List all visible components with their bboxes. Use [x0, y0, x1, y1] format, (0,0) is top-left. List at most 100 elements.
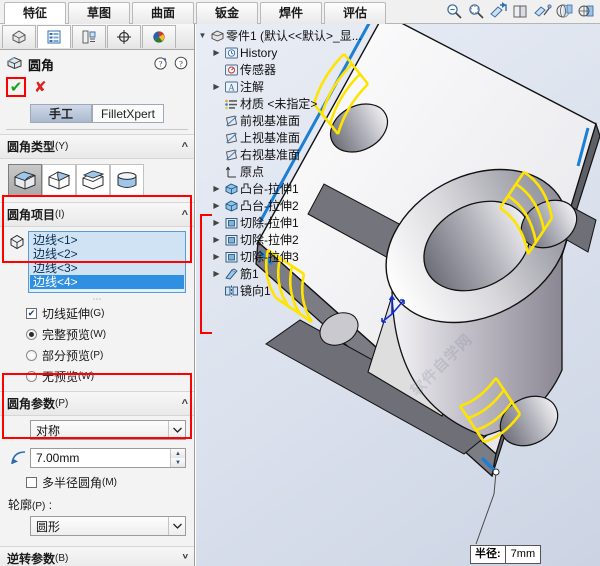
section-view-icon[interactable]: [489, 2, 508, 21]
multi-radius-checkbox[interactable]: [26, 477, 37, 488]
profile-key: (P): [32, 501, 46, 512]
chevron-right-icon[interactable]: ▶: [210, 82, 223, 91]
profile-dropdown[interactable]: 圆形: [30, 516, 186, 536]
property-manager-tab[interactable]: [37, 25, 71, 48]
list-item-empty[interactable]: [30, 289, 184, 292]
partial-preview-row[interactable]: 部分预览 (P): [0, 345, 194, 366]
group-header-fillet-type[interactable]: 圆角类型 (Y) ^: [0, 134, 194, 159]
view-settings-icon[interactable]: [577, 2, 596, 21]
tree-item-right-plane[interactable]: 右视基准面: [196, 146, 406, 163]
chevron-up-icon[interactable]: ^: [182, 141, 188, 153]
configuration-manager-tab[interactable]: [72, 25, 106, 48]
tree-item-origin[interactable]: 原点: [196, 163, 406, 180]
feature-manager-tab[interactable]: [2, 25, 36, 48]
divider: [6, 129, 188, 130]
ribbon-tab-sheetmetal[interactable]: 钣金: [196, 2, 258, 24]
dimxpert-manager-tab[interactable]: [107, 25, 141, 48]
help-icon[interactable]: ?: [174, 56, 188, 73]
full-preview-row[interactable]: 完整预览 (W): [0, 324, 194, 345]
tree-item-boss-extrude-2[interactable]: ▶ 凸台-拉伸2: [196, 197, 406, 214]
chevron-up-icon[interactable]: ^: [182, 209, 188, 221]
radius-stepper[interactable]: ▲ ▼: [170, 449, 185, 467]
chevron-up-icon[interactable]: ^: [182, 398, 188, 410]
tree-root[interactable]: ▼ 零件1 (默认<<默认>_显...: [196, 27, 406, 44]
resize-grip[interactable]: ⋯: [0, 295, 194, 304]
full-preview-radio[interactable]: [26, 329, 37, 340]
chevron-right-icon[interactable]: ▶: [210, 48, 223, 57]
chevron-right-icon[interactable]: ▶: [210, 184, 223, 193]
tree-item-top-plane[interactable]: 上视基准面: [196, 129, 406, 146]
group-header-fillet-parameters[interactable]: 圆角参数 (P) ^: [0, 391, 194, 416]
stepper-up-icon[interactable]: ▲: [171, 449, 185, 458]
list-item[interactable]: 边线<3>: [30, 261, 184, 275]
hide-show-items-icon[interactable]: [533, 2, 552, 21]
ribbon-tab-sketch[interactable]: 草图: [68, 2, 130, 24]
tab-filletxpert[interactable]: FilletXpert: [91, 104, 165, 123]
chevron-down-icon[interactable]: [168, 421, 185, 439]
ribbon-tab-surfaces[interactable]: 曲面: [132, 2, 194, 24]
tree-item-boss-extrude-1[interactable]: ▶ 凸台-拉伸1: [196, 180, 406, 197]
tangent-propagation-checkbox[interactable]: ✔: [26, 308, 37, 319]
stepper-down-icon[interactable]: ▼: [171, 458, 185, 467]
partial-preview-radio[interactable]: [26, 350, 37, 361]
group-title-fillet-type: 圆角类型: [7, 140, 56, 154]
help-group: ? ?: [154, 56, 188, 73]
tree-item-cut-extrude-2[interactable]: ▶ 切除-拉伸2: [196, 231, 406, 248]
radius-callout-key: 半径:: [471, 546, 506, 563]
multi-radius-row[interactable]: 多半径圆角 (M): [0, 472, 194, 493]
apply-scene-icon[interactable]: [555, 2, 574, 21]
no-preview-key: (W): [78, 371, 95, 382]
group-header-setback-parameters[interactable]: 逆转参数 (B) ⱽ: [0, 546, 194, 566]
display-style-icon[interactable]: [511, 2, 530, 21]
radius-input[interactable]: 7.00mm ▲ ▼: [30, 448, 186, 468]
radius-callout[interactable]: 半径: 7mm: [470, 545, 542, 564]
feature-tree: ▼ 零件1 (默认<<默认>_显... ▶ History 传感器 ▶ A 注解…: [196, 24, 406, 299]
constant-size-fillet-icon[interactable]: [8, 164, 42, 196]
face-fillet-icon[interactable]: [76, 164, 110, 196]
tree-item-label: 右视基准面: [240, 148, 301, 162]
full-preview-label: 完整预览: [42, 328, 91, 342]
tree-item-rib-1[interactable]: ▶ 筋1: [196, 265, 406, 282]
list-item[interactable]: 边线<1>: [30, 233, 184, 247]
chevron-down-icon[interactable]: ⱽ: [183, 552, 188, 565]
tree-item-front-plane[interactable]: 前视基准面: [196, 112, 406, 129]
chevron-right-icon[interactable]: ▶: [210, 201, 223, 210]
graphics-area[interactable]: ▼ 零件1 (默认<<默认>_显... ▶ History 传感器 ▶ A 注解…: [196, 24, 600, 566]
no-preview-radio[interactable]: [26, 371, 37, 382]
list-item[interactable]: 边线<2>: [30, 247, 184, 261]
tree-item-cut-extrude-3[interactable]: ▶ 切除-拉伸3: [196, 248, 406, 265]
symmetry-dropdown[interactable]: 对称: [30, 420, 186, 440]
boss-extrude-icon: [223, 199, 240, 213]
tangent-propagation-row[interactable]: ✔ 切线延伸 (G): [0, 303, 194, 324]
display-manager-tab[interactable]: [142, 25, 176, 48]
tree-item-material[interactable]: 材质 <未指定>: [196, 95, 406, 112]
zoom-to-fit-icon[interactable]: [467, 2, 486, 21]
list-item[interactable]: 边线<4>: [30, 275, 184, 289]
tree-item-cut-extrude-1[interactable]: ▶ 切除-拉伸1: [196, 214, 406, 231]
edge-list[interactable]: 边线<1> 边线<2> 边线<3> 边线<4>: [28, 231, 186, 293]
cancel-button[interactable]: ✘: [34, 80, 47, 95]
tab-manual[interactable]: 手工: [29, 104, 92, 123]
radius-callout-value[interactable]: 7mm: [506, 546, 540, 563]
tree-item-mirror-1[interactable]: 镜向1: [196, 282, 406, 299]
plane-icon: [223, 114, 240, 128]
radius-row: 7.00mm ▲ ▼: [0, 444, 194, 472]
plane-icon: [223, 131, 240, 145]
ribbon-tab-features[interactable]: 特征: [4, 2, 66, 24]
tree-item-sensors[interactable]: 传感器: [196, 61, 406, 78]
tree-item-annotations[interactable]: ▶ A 注解: [196, 78, 406, 95]
zoom-in-out-icon[interactable]: [445, 2, 464, 21]
no-preview-row[interactable]: 无预览 (W): [0, 366, 194, 387]
tree-item-history[interactable]: ▶ History: [196, 44, 406, 61]
chevron-down-icon[interactable]: ▼: [196, 31, 209, 40]
variable-size-fillet-icon[interactable]: [42, 164, 76, 196]
ribbon-tab-weldments[interactable]: 焊件: [260, 2, 322, 24]
chevron-down-icon[interactable]: [168, 517, 185, 535]
ok-button[interactable]: ✔: [10, 80, 23, 95]
help-new-icon[interactable]: ?: [154, 56, 168, 73]
full-round-fillet-icon[interactable]: [110, 164, 144, 196]
edge-selection-icon: [6, 231, 28, 293]
ribbon-bar: 特征 草图 曲面 钣金 焊件 评估: [0, 0, 600, 24]
ribbon-tab-evaluate[interactable]: 评估: [324, 2, 386, 24]
group-header-fillet-items[interactable]: 圆角项目 (I) ^: [0, 202, 194, 227]
